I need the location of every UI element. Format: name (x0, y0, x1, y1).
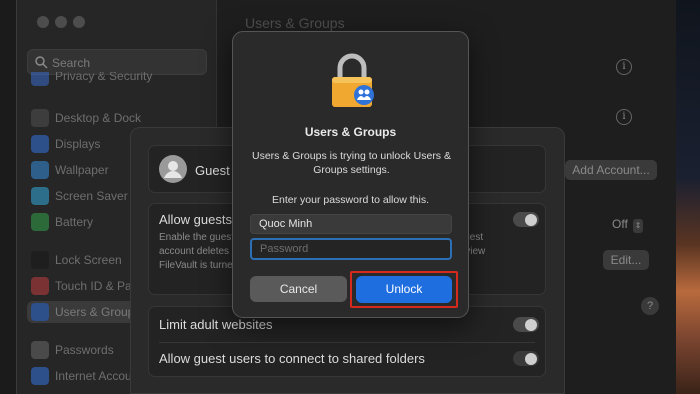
help-button[interactable]: ? (641, 297, 659, 315)
divider (159, 342, 535, 343)
minimize-window-button[interactable] (55, 16, 67, 28)
lock-icon (31, 251, 49, 269)
close-window-button[interactable] (37, 16, 49, 28)
limit-adult-toggle[interactable] (513, 317, 539, 332)
search-placeholder: Search (52, 56, 91, 70)
wallpaper-icon (31, 161, 49, 179)
info-icon[interactable]: i (616, 59, 632, 75)
battery-icon (31, 213, 49, 231)
allow-guests-toggle[interactable] (513, 212, 539, 227)
dialog-message: Users & Groups is trying to unlock Users… (252, 150, 451, 176)
dialog-prompt: Enter your password to allow this. (272, 194, 429, 206)
dock-icon (31, 109, 49, 127)
limit-adult-label: Limit adult websites (159, 317, 273, 332)
lock-icon (332, 53, 374, 107)
unlock-dialog: Users & Groups Users & Groups is trying … (232, 31, 469, 318)
guest-login-select[interactable]: Off ⇕ (612, 217, 644, 233)
username-field[interactable] (250, 214, 452, 234)
add-account-button[interactable]: Add Account... (565, 160, 657, 180)
at-icon (31, 367, 49, 385)
hand-icon (31, 72, 49, 86)
fingerprint-icon (31, 277, 49, 295)
zoom-window-button[interactable] (73, 16, 85, 28)
users-icon (31, 303, 49, 321)
unlock-button[interactable]: Unlock (356, 276, 452, 303)
allow-shared-label: Allow guest users to connect to shared f… (159, 351, 425, 366)
cancel-button[interactable]: Cancel (250, 276, 347, 302)
info-icon[interactable]: i (616, 109, 632, 125)
edit-button[interactable]: Edit... (603, 250, 649, 270)
dialog-title: Users & Groups (304, 125, 397, 139)
display-icon (31, 135, 49, 153)
allow-shared-toggle[interactable] (513, 351, 539, 366)
desktop-wallpaper (676, 0, 700, 394)
chevron-updown-icon: ⇕ (633, 219, 644, 233)
unlock-highlight-box: Unlock (350, 271, 458, 308)
password-field[interactable] (250, 238, 452, 260)
key-icon (31, 341, 49, 359)
page-title: Users & Groups (245, 15, 345, 31)
sidebar-item-desktop-dock[interactable]: Desktop & Dock (29, 108, 215, 128)
search-icon (35, 56, 48, 69)
sidebar-item-privacy[interactable]: Privacy & Security (29, 72, 215, 86)
avatar (159, 155, 187, 183)
screensaver-icon (31, 187, 49, 205)
